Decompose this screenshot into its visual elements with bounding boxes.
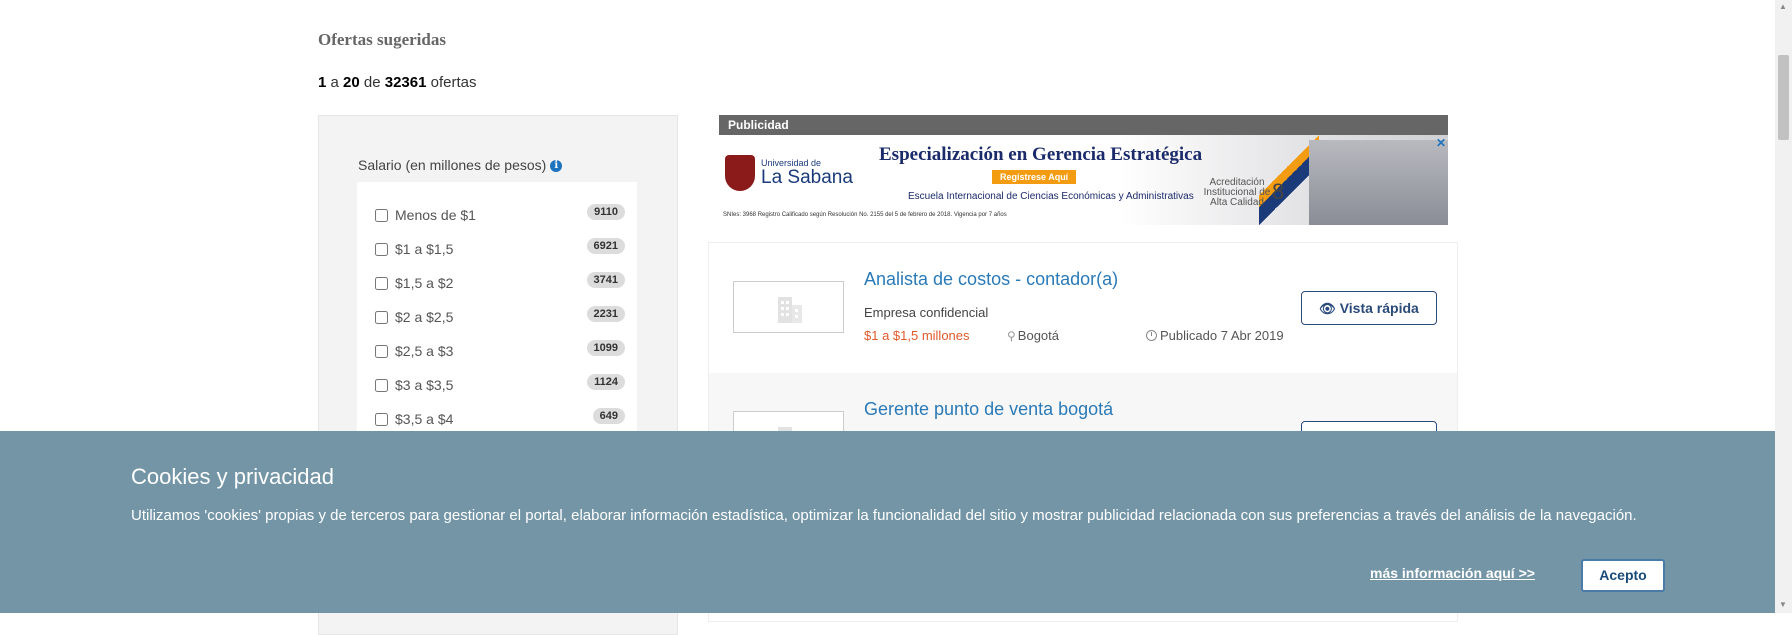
filter-checkbox[interactable]	[375, 277, 388, 290]
scrollbar[interactable]: ▲ ▼	[1775, 0, 1792, 613]
location: ⚲ Bogotá	[1007, 328, 1059, 343]
filter-checkbox[interactable]	[375, 345, 388, 358]
range-sep1: a	[330, 74, 339, 91]
range-start: 1	[318, 74, 327, 91]
job-card[interactable]: Analista de costos - contador(a) Empresa…	[709, 243, 1457, 374]
count-badge: 3741	[586, 272, 625, 288]
filter-label: $1 a $1,5	[395, 241, 454, 257]
results-count: 1 a 20 de 32361 ofertas	[318, 74, 477, 91]
cookie-text: Utilizamos 'cookies' propias y de tercer…	[131, 507, 1637, 524]
count-badge: 2231	[586, 306, 625, 322]
filter-checkbox[interactable]	[375, 413, 388, 426]
page: Ofertas sugeridas 1 a 20 de 32361 oferta…	[0, 0, 1775, 635]
job-title-link[interactable]: Analista de costos - contador(a)	[864, 269, 1118, 290]
accept-button[interactable]: Acepto	[1581, 559, 1665, 592]
ad-banner[interactable]: Universidad de La Sabana Especialización…	[719, 135, 1448, 225]
scroll-down-icon[interactable]: ▼	[1779, 600, 1787, 609]
eye-icon: 👁	[1319, 301, 1336, 316]
location-text: Bogotá	[1017, 328, 1059, 343]
count-badge: 6921	[586, 238, 625, 254]
cookie-banner: Cookies y privacidad Utilizamos 'cookies…	[0, 431, 1775, 613]
filter-checkbox[interactable]	[375, 209, 388, 222]
ad-label: Publicidad	[719, 115, 1448, 135]
ad-university-name: La Sabana	[761, 167, 853, 188]
clock-icon	[1146, 330, 1157, 341]
info-icon[interactable]: i	[550, 160, 563, 173]
filter-option[interactable]: Menos de $1 9110	[375, 204, 625, 226]
range-sep2: de	[363, 74, 381, 91]
company-logo-placeholder	[733, 281, 844, 333]
count-badge: 649	[592, 408, 625, 424]
ad-headline: Especialización en Gerencia Estratégica	[879, 144, 1203, 165]
building-icon	[778, 297, 802, 323]
university-logo	[725, 155, 755, 191]
range-end: 20	[343, 74, 360, 91]
filter-checkbox[interactable]	[375, 243, 388, 256]
filter-option[interactable]: $1,5 a $2 3741	[375, 272, 625, 294]
filter-checkbox[interactable]	[375, 311, 388, 324]
quick-view-label: Vista rápida	[1339, 300, 1419, 316]
filter-label: $1,5 a $2	[395, 275, 454, 291]
salary-filter-label: Salario (en millones de pesos)	[358, 157, 547, 173]
filter-label: $3 a $3,5	[395, 377, 454, 393]
ad-school: Escuela Internacional de Ciencias Económ…	[908, 191, 1194, 202]
scroll-up-icon[interactable]: ▲	[1779, 2, 1787, 11]
page-title: Ofertas sugeridas	[318, 30, 446, 49]
ad-accreditation: Acreditación Institucional de Alta Calid…	[1203, 177, 1271, 208]
posted-date: Publicado 7 Abr 2019	[1146, 328, 1284, 343]
filter-label: Menos de $1	[395, 207, 476, 223]
filter-option[interactable]: $3 a $3,5 1124	[375, 374, 625, 396]
salary-filter-title: Salario (en millones de pesos) i	[358, 157, 563, 173]
filter-option[interactable]: $1 a $1,5 6921	[375, 238, 625, 260]
filter-checkbox[interactable]	[375, 379, 388, 392]
posted-text: Publicado 7 Abr 2019	[1160, 328, 1284, 343]
filter-label: $2,5 a $3	[395, 343, 454, 359]
salary: $1 a $1,5 millones	[864, 328, 970, 343]
filter-label: $2 a $2,5	[395, 309, 454, 325]
more-info-link[interactable]: más información aquí >>	[1370, 565, 1535, 581]
quick-view-button[interactable]: 👁 Vista rápida	[1301, 291, 1437, 325]
map-pin-icon: ⚲	[1007, 329, 1016, 343]
results-suffix: ofertas	[430, 74, 477, 91]
cookie-title: Cookies y privacidad	[131, 464, 334, 489]
count-badge: 1124	[587, 374, 625, 390]
ad-accreditation-years: 8	[1272, 179, 1285, 204]
job-title-link[interactable]: Gerente punto de venta bogotá	[864, 399, 1113, 420]
filter-option[interactable]: $3,5 a $4 649	[375, 408, 625, 430]
count-badge: 1099	[586, 340, 625, 356]
filter-option[interactable]: $2,5 a $3 1099	[375, 340, 625, 362]
scroll-thumb[interactable]	[1778, 55, 1789, 140]
filter-label: $3,5 a $4	[395, 411, 454, 427]
ad-close-icon[interactable]: ✕	[1436, 136, 1446, 150]
ad-fineprint: SNIes: 3968 Registro Calificado según Re…	[723, 212, 1007, 218]
results-total: 32361	[384, 74, 427, 91]
ad-photo	[1309, 140, 1448, 225]
count-badge: 9110	[587, 204, 625, 220]
company-name: Empresa confidencial	[864, 305, 989, 320]
filter-option[interactable]: $2 a $2,5 2231	[375, 306, 625, 328]
ad-cta-button[interactable]: Regístrese Aquí	[992, 170, 1077, 184]
